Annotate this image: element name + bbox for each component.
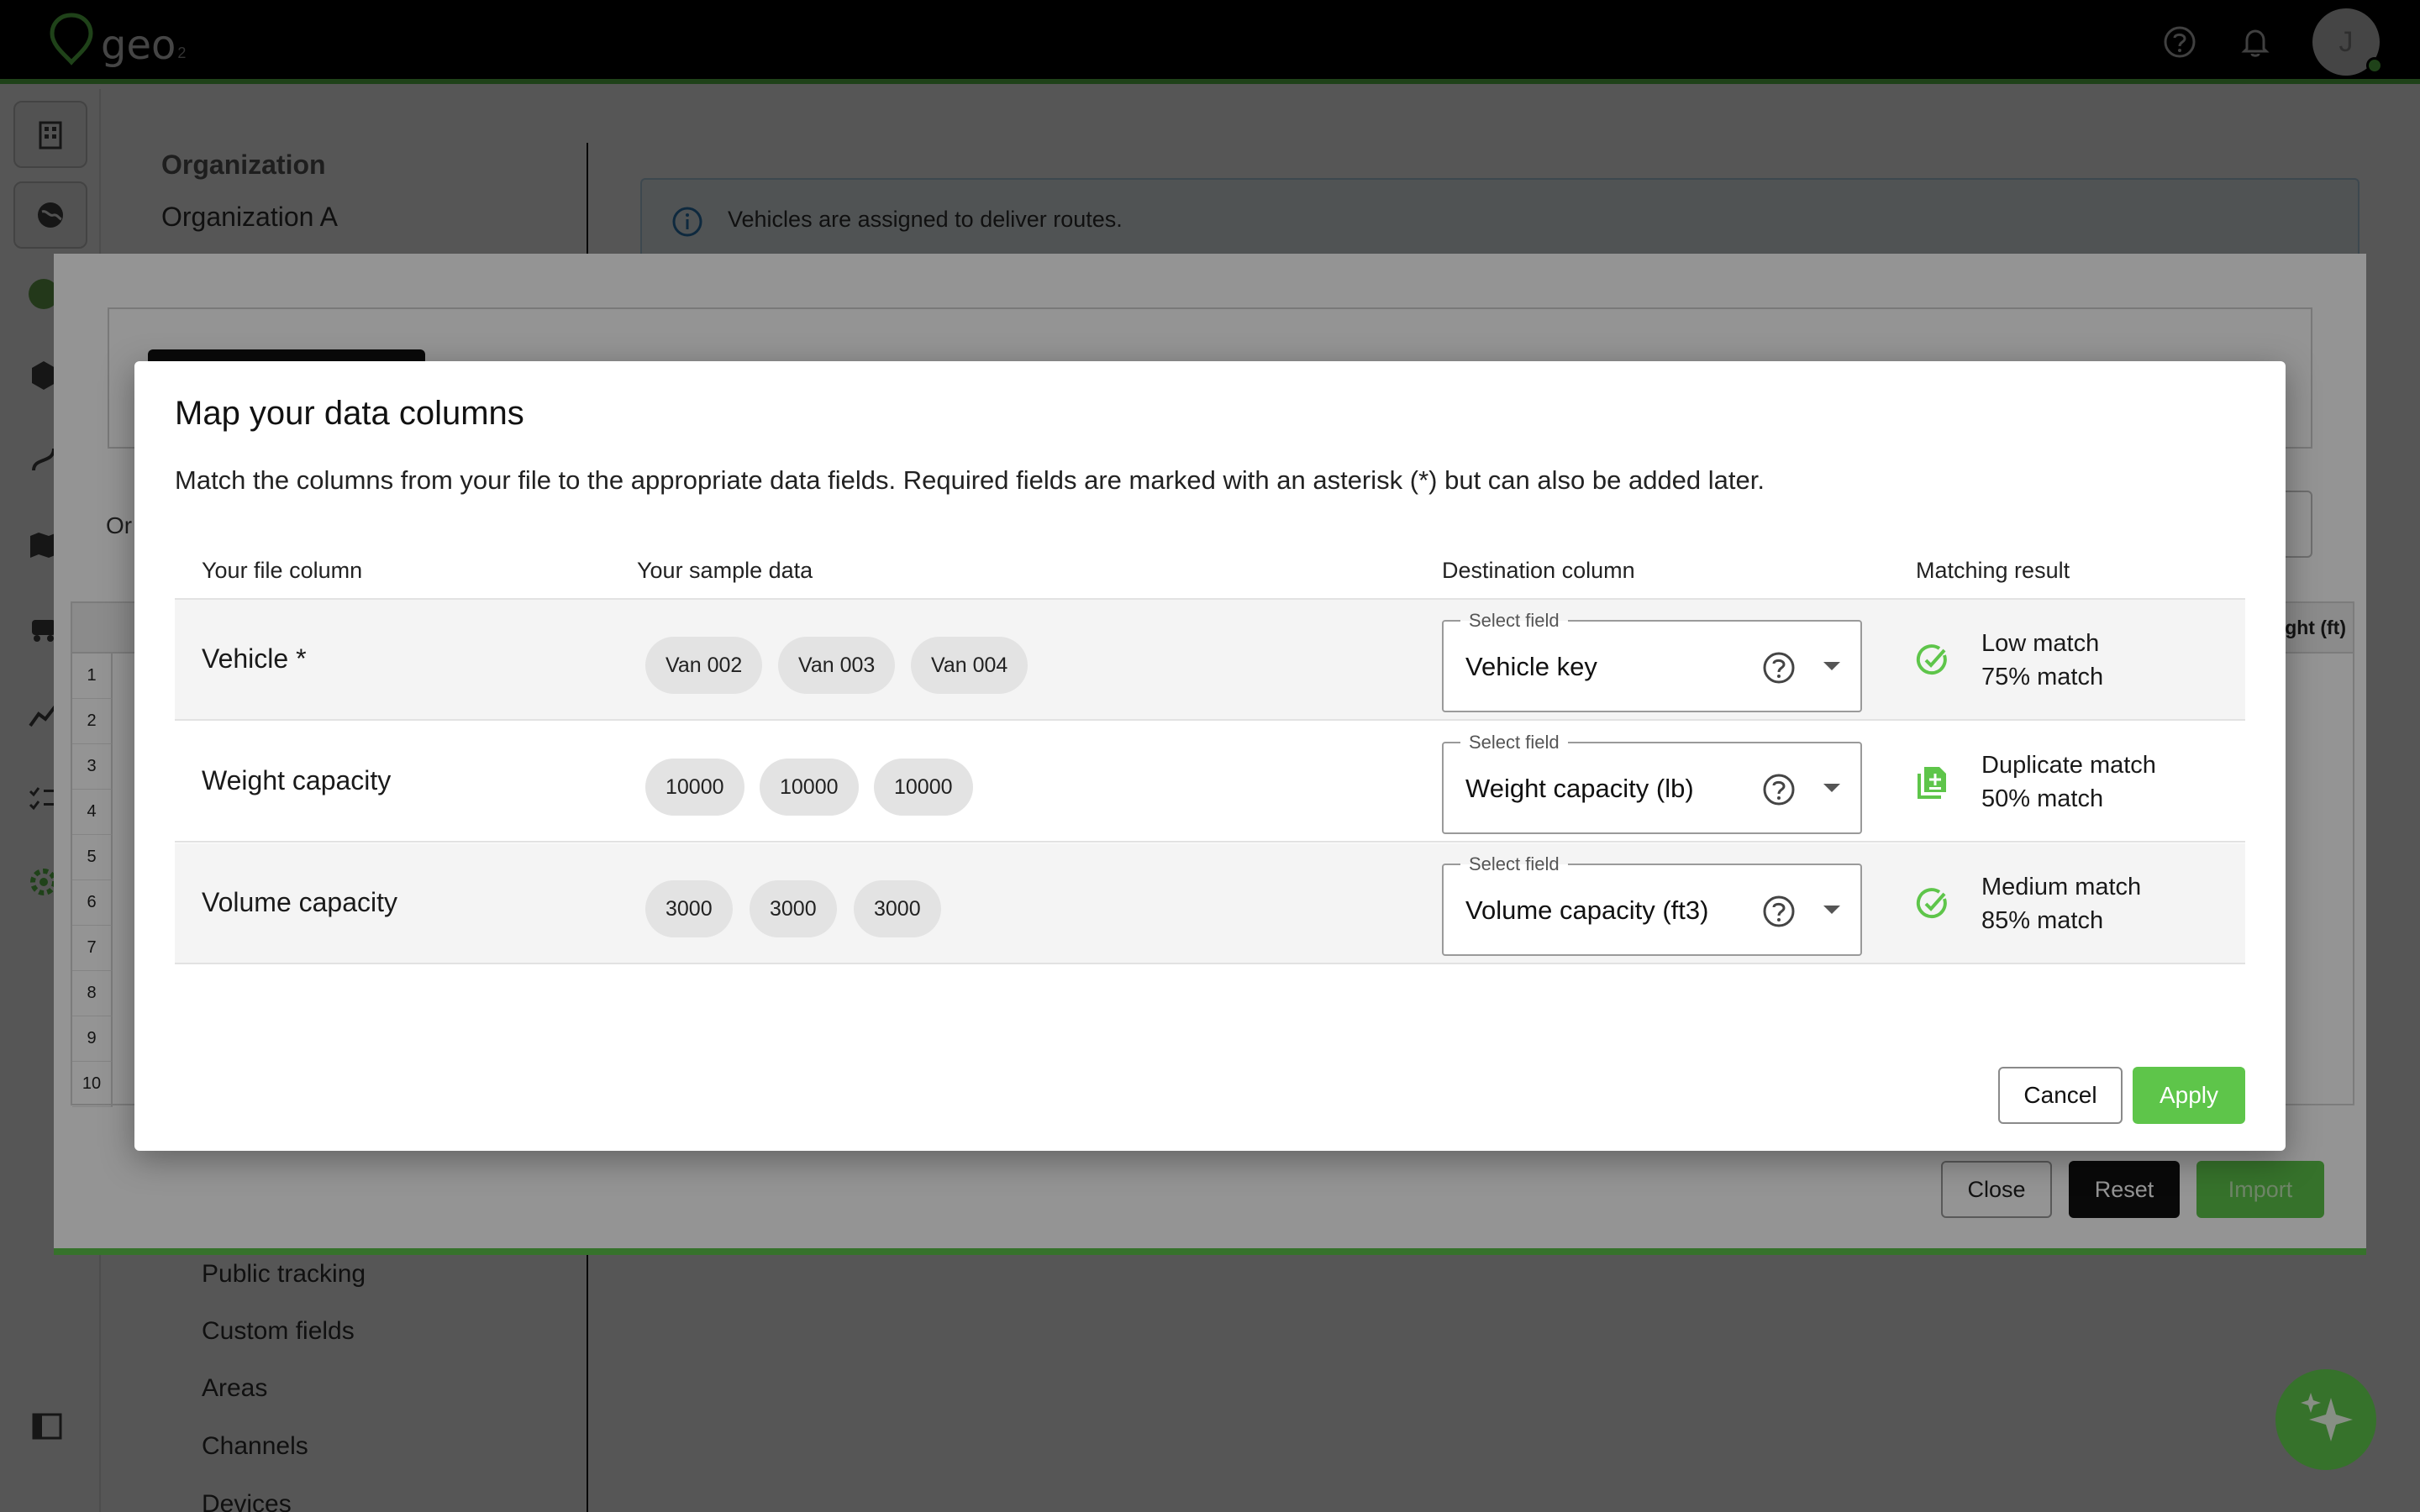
help-icon[interactable] [1761,772,1797,807]
map-columns-dialog: Map your data columns Match the columns … [134,361,2286,1151]
mapping-row: Vehicle * Van 002 Van 003 Van 004 Select… [175,600,2245,721]
sample-chip: 10000 [874,759,973,816]
select-legend: Select field [1460,853,1568,875]
sample-chip: 3000 [645,880,733,937]
dialog-title: Map your data columns [175,395,524,432]
select-value: Weight capacity (lb) [1465,774,1694,803]
file-column-name: Vehicle * [202,643,307,674]
column-header-destination: Destination column [1442,558,1635,583]
destination-select[interactable]: Select field Vehicle key [1442,610,1862,712]
match-result-label: Low match [1981,630,2100,657]
dropdown-caret-icon[interactable] [1823,906,1840,914]
match-result-label: Duplicate match [1981,752,2156,779]
apply-button[interactable]: Apply [2133,1067,2245,1124]
sample-chip: 3000 [750,880,837,937]
sample-chip: 10000 [645,759,744,816]
select-legend: Select field [1460,610,1568,632]
select-legend: Select field [1460,732,1568,753]
column-header-sample: Your sample data [637,558,813,583]
help-icon[interactable] [1761,894,1797,929]
select-value: Vehicle key [1465,652,1597,681]
help-icon[interactable] [1761,650,1797,685]
match-result-label: Medium match [1981,874,2142,900]
check-circle-icon [1916,644,1947,675]
mapping-row: Weight capacity 10000 10000 10000 Select… [175,722,2245,843]
sample-chip: Van 003 [778,637,896,694]
sample-chip: Van 004 [911,637,1028,694]
file-column-name: Weight capacity [202,765,392,795]
column-header-file: Your file column [202,558,363,583]
mapping-row: Volume capacity 3000 3000 3000 Select fi… [175,843,2245,964]
duplicate-file-icon [1918,767,1946,799]
destination-select[interactable]: Select field Volume capacity (ft3) [1442,853,1862,956]
dialog-description: Match the columns from your file to the … [175,465,1765,495]
sample-chip: 3000 [854,880,941,937]
column-header-result: Matching result [1916,558,2070,583]
check-circle-icon [1916,888,1947,919]
destination-select[interactable]: Select field Weight capacity (lb) [1442,732,1862,834]
sample-chip: Van 002 [645,637,763,694]
match-result-percent: 75% match [1981,664,2104,690]
cancel-button[interactable]: Cancel [1998,1067,2123,1124]
sample-chip: 10000 [760,759,859,816]
match-result-percent: 50% match [1981,785,2104,812]
dropdown-caret-icon[interactable] [1823,784,1840,792]
dropdown-caret-icon[interactable] [1823,662,1840,670]
select-value: Volume capacity (ft3) [1465,895,1709,925]
file-column-name: Volume capacity [202,887,398,917]
match-result-percent: 85% match [1981,907,2104,934]
